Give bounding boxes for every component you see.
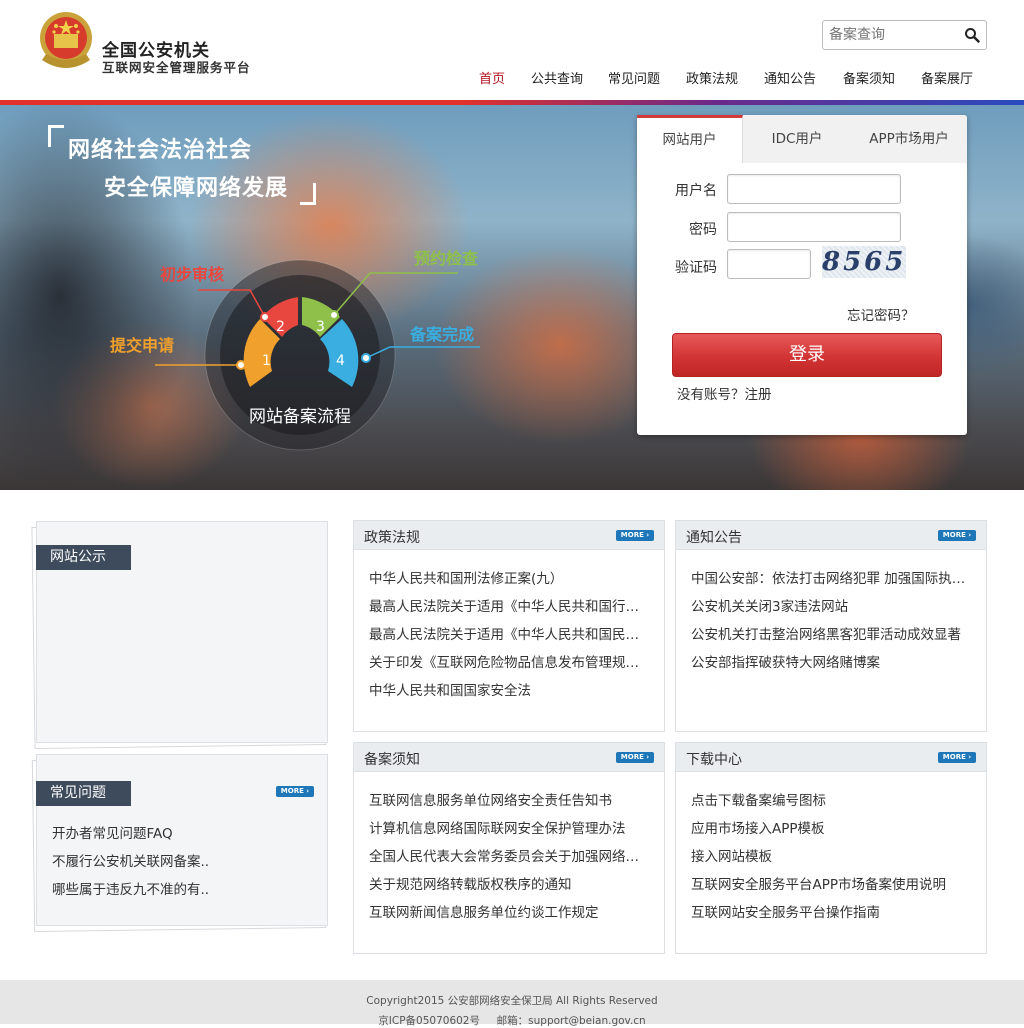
tab-website-user[interactable]: 网站用户 — [637, 115, 743, 163]
policy-panel-header: 政策法规 MORE › — [354, 521, 664, 550]
tab-app-market-user[interactable]: APP市场用户 — [851, 115, 967, 163]
flow-step-2-dot — [260, 312, 270, 322]
login-panel: 网站用户 IDC用户 APP市场用户 用户名 密码 验证码 8565 忘记密码？… — [637, 115, 967, 435]
notice-item[interactable]: 公安机关关闭3家违法网站 — [691, 595, 973, 615]
download-panel-header: 下载中心 MORE › — [676, 743, 986, 772]
download-item[interactable]: 点击下载备案编号图标 — [691, 789, 973, 809]
notice-panel-header: 通知公告 MORE › — [676, 521, 986, 550]
flow-step-4-dot — [361, 353, 371, 363]
policy-item[interactable]: 中华人民共和国刑法修正案(九） — [369, 567, 651, 587]
download-item[interactable]: 接入网站模板 — [691, 845, 973, 865]
flow-step-1-number: 1 — [262, 353, 271, 369]
slogan-bracket-close — [300, 183, 316, 205]
download-panel-title: 下载中心 — [686, 752, 742, 768]
login-tabs: 网站用户 IDC用户 APP市场用户 — [637, 115, 967, 163]
filing-panel-header: 备案须知 MORE › — [354, 743, 664, 772]
nav-notice[interactable]: 通知公告 — [764, 68, 816, 87]
password-label: 密码 — [689, 222, 717, 238]
filing-item[interactable]: 互联网新闻信息服务单位约谈工作规定 — [369, 901, 651, 921]
nav-public-query[interactable]: 公共查询 — [531, 68, 583, 87]
filing-more-button[interactable]: MORE › — [616, 752, 654, 763]
policy-item[interactable]: 最高人民法院关于适用《中华人民共和国行政诉讼法》的解释 — [369, 595, 651, 615]
flow-step-4-number: 4 — [336, 353, 345, 369]
faq-more-button[interactable]: MORE › — [276, 786, 314, 797]
filing-notes-panel: 备案须知 MORE › 互联网信息服务单位网络安全责任告知书 计算机信息网络国际… — [353, 742, 665, 954]
flow-step-2-number: 2 — [276, 319, 285, 335]
captcha-image[interactable]: 8565 — [822, 246, 906, 278]
flow-step-1-label: 提交申请 — [110, 336, 175, 355]
flow-title: 网站备案流程 — [249, 407, 351, 427]
policy-item[interactable]: 中华人民共和国国家安全法 — [369, 679, 651, 699]
flow-step-4-label: 备案完成 — [410, 325, 475, 344]
footer-icp-contact: 京ICP备05070602号 邮箱：support@beian.gov.cn — [378, 1015, 646, 1027]
filing-more-label: MORE — [620, 753, 644, 761]
notice-item[interactable]: 公安部指挥破获特大网络赌博案 — [691, 651, 973, 671]
filing-search-input[interactable] — [829, 25, 959, 45]
password-input[interactable] — [727, 212, 901, 242]
download-item[interactable]: 互联网安全服务平台APP市场备案使用说明 — [691, 873, 973, 893]
flow-step-1-dot — [236, 360, 246, 370]
faq-item[interactable]: 开办者常见问题FAQ — [52, 822, 173, 842]
slogan-line-2: 安全保障网络发展 — [104, 176, 289, 201]
faq-more-label: MORE — [280, 787, 304, 795]
filing-item[interactable]: 互联网信息服务单位网络安全责任告知书 — [369, 789, 651, 809]
forgot-password-link[interactable]: 忘记密码？ — [847, 304, 915, 324]
site-subtitle: 互联网安全管理服务平台 — [102, 60, 251, 75]
flow-step-2-label: 初步审核 — [160, 265, 225, 284]
faq-title: 常见问题 — [36, 781, 131, 806]
police-emblem-logo[interactable] — [36, 10, 96, 72]
policy-more-button[interactable]: MORE › — [616, 530, 654, 541]
faq-item[interactable]: 不履行公安机关联网备案.. — [52, 850, 209, 870]
nav-policy[interactable]: 政策法规 — [686, 68, 738, 87]
login-button[interactable]: 登录 — [672, 333, 942, 377]
filing-item[interactable]: 关于规范网络转载版权秩序的通知 — [369, 873, 651, 893]
site-header: 全国公安机关 互联网安全管理服务平台 首页 公共查询 常见问题 政策法规 通知公… — [0, 0, 1024, 100]
notice-more-button[interactable]: MORE › — [938, 530, 976, 541]
footer-copyright: Copyright2015 公安部网络安全保卫局 All Rights Rese… — [366, 995, 658, 1007]
notice-more-label: MORE — [942, 531, 966, 539]
notice-item[interactable]: 公安机关打击整治网络黑客犯罪活动成效显著 — [691, 623, 973, 643]
download-more-button[interactable]: MORE › — [938, 752, 976, 763]
flow-step-3-number: 3 — [316, 319, 325, 335]
flow-step-3-label: 预约检查 — [414, 249, 479, 268]
notice-panel-title: 通知公告 — [686, 530, 742, 546]
filing-panel-title: 备案须知 — [364, 752, 420, 768]
filing-item[interactable]: 计算机信息网络国际联网安全保护管理办法 — [369, 817, 651, 837]
username-label: 用户名 — [675, 183, 717, 199]
username-input[interactable] — [727, 174, 901, 204]
nav-faq[interactable]: 常见问题 — [608, 68, 660, 87]
site-footer: Copyright2015 公安部网络安全保卫局 All Rights Rese… — [0, 980, 1024, 1027]
register-link[interactable]: 没有账号？注册 — [677, 383, 772, 403]
policy-panel: 政策法规 MORE › 中华人民共和国刑法修正案(九） 最高人民法院关于适用《中… — [353, 520, 665, 732]
nav-filing-notes[interactable]: 备案须知 — [843, 68, 895, 87]
notice-item[interactable]: 中国公安部：依法打击网络犯罪 加强国际执法合作 — [691, 567, 973, 587]
policy-more-label: MORE — [620, 531, 644, 539]
captcha-label: 验证码 — [675, 260, 717, 276]
slogan-line-1: 网络社会法治社会 — [68, 138, 253, 163]
notice-panel: 通知公告 MORE › 中国公安部：依法打击网络犯罪 加强国际执法合作 公安机关… — [675, 520, 987, 732]
site-notice-title: 网站公示 — [36, 545, 131, 570]
policy-item[interactable]: 关于印发《互联网危险物品信息发布管理规定》的通知 — [369, 651, 651, 671]
download-more-label: MORE — [942, 753, 966, 761]
download-item[interactable]: 应用市场接入APP模板 — [691, 817, 973, 837]
nav-filing-gallery[interactable]: 备案展厅 — [921, 68, 973, 87]
download-panel: 下载中心 MORE › 点击下载备案编号图标 应用市场接入APP模板 接入网站模… — [675, 742, 987, 954]
tab-idc-user[interactable]: IDC用户 — [743, 115, 851, 163]
captcha-input[interactable] — [727, 249, 811, 279]
faq-item[interactable]: 哪些属于违反九不准的有.. — [52, 878, 209, 898]
policy-item[interactable]: 最高人民法院关于适用《中华人民共和国民事诉讼法》的解释 — [369, 623, 651, 643]
download-item[interactable]: 互联网站安全服务平台操作指南 — [691, 901, 973, 921]
filing-item[interactable]: 全国人民代表大会常务委员会关于加强网络信息保护的决定 — [369, 845, 651, 865]
filing-search-box — [822, 20, 987, 50]
flow-step-3-dot — [329, 310, 339, 320]
policy-panel-title: 政策法规 — [364, 530, 420, 546]
slogan-bracket-open — [48, 125, 64, 147]
nav-home[interactable]: 首页 — [479, 68, 505, 87]
search-icon[interactable] — [964, 27, 980, 43]
